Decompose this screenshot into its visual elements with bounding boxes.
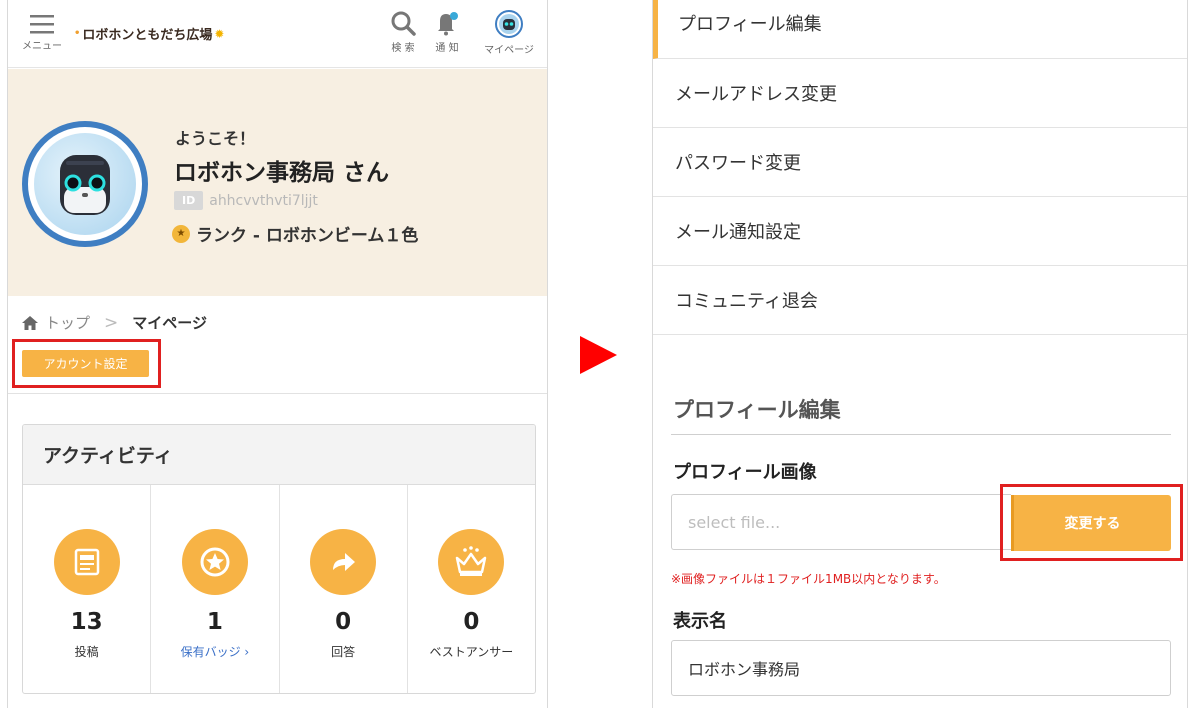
rank-medal-icon: ★ [172,224,190,243]
menu-password-change[interactable]: パスワード変更 [653,128,1187,197]
user-id-value: ahhcvvthvti7ljjt [209,192,318,209]
account-settings-screen: プロフィール編集 メールアドレス変更 パスワード変更 メール通知設定 コミュニテ… [652,0,1188,708]
menu-email-change[interactable]: メールアドレス変更 [653,59,1187,128]
display-name-label: 表示名 [673,611,727,632]
document-icon [53,529,120,595]
mypage-label: マイページ [484,45,534,56]
username: ロボホン事務局 さん [174,160,390,186]
activity-card: アクティビティ 13 投稿 1 保有バッジ › 0 回答 0 ベストアンサー [22,424,536,694]
activity-stats: 13 投稿 1 保有バッジ › 0 回答 0 ベストアンサー [23,485,535,693]
logo-text: ロボホンともだち広場 [82,28,213,43]
stat-badges[interactable]: 1 保有バッジ › [151,485,280,693]
crown-icon [438,529,505,595]
home-icon [22,315,38,330]
star-badge-icon [181,529,248,595]
rank-row: ★ ランク - ロボホンビーム１色 [172,221,418,246]
logo-dot-icon: • [74,28,81,39]
site-header: メニュー • ロボホンともだち広場 ✹ 検 索 通 知 マイページ [8,0,547,68]
breadcrumb: トップ > マイページ [21,312,207,333]
breadcrumb-top-link[interactable]: トップ [45,312,90,333]
menu-profile-edit[interactable]: プロフィール編集 [653,0,1187,59]
robot-face-icon [60,155,110,215]
image-size-note: ※画像ファイルは１ファイル1MB以内となります。 [671,572,946,586]
display-name-input[interactable]: ロボホン事務局 [671,640,1171,696]
menu-label: メニュー [22,41,62,52]
notification-label: 通 知 [435,43,459,54]
posts-label: 投稿 [74,645,99,659]
notification-button[interactable]: 通 知 [430,10,464,54]
menu-withdraw[interactable]: コミュニティ退会 [653,266,1187,335]
badges-count: 1 [206,609,223,635]
welcome-text: ようこそ！ [175,129,256,148]
change-button-highlight: 変更する [1000,484,1183,561]
answers-label: 回答 [331,645,356,659]
stat-posts: 13 投稿 [23,485,152,693]
right-arrow-icon [580,336,617,374]
sun-icon: ✹ [214,26,225,41]
profile-image-label: プロフィール画像 [673,462,817,483]
section-divider [671,434,1171,435]
rank-text: ランク - ロボホンビーム１色 [196,226,419,246]
avatar [22,121,148,247]
account-settings-button[interactable]: アカウント設定 [22,350,149,377]
file-select-input[interactable]: select file... [671,494,1011,550]
breadcrumb-separator: > [104,312,119,333]
mypage-screen: メニュー • ロボホンともだち広場 ✹ 検 索 通 知 マイページ ようこそ！ … [7,0,548,708]
stat-best-answers: 0 ベストアンサー [408,485,535,693]
section-title: プロフィール編集 [673,398,841,422]
reply-arrow-icon [310,529,377,595]
search-icon [391,11,416,36]
search-label: 検 索 [391,43,415,54]
robot-avatar-icon [495,10,523,38]
best-answers-label: ベストアンサー [429,645,514,659]
profile-panel: ようこそ！ ロボホン事務局 さん ID ahhcvvthvti7ljjt ★ ラ… [8,69,547,296]
id-tag: ID [174,191,204,210]
menu-mail-notification[interactable]: メール通知設定 [653,197,1187,266]
divider [8,393,547,394]
badges-link[interactable]: 保有バッジ › [151,643,278,660]
posts-count: 13 [70,609,103,635]
change-image-button[interactable]: 変更する [1011,495,1171,551]
bell-icon [438,12,458,36]
search-button[interactable]: 検 索 [386,10,420,54]
account-settings-highlight: アカウント設定 [12,339,161,388]
best-answers-count: 0 [463,609,480,635]
menu-button[interactable]: メニュー [18,10,66,52]
site-logo[interactable]: • ロボホンともだち広場 ✹ [74,24,225,44]
stat-answers: 0 回答 [280,485,408,693]
answers-count: 0 [335,609,352,635]
breadcrumb-current: マイページ [132,314,207,332]
activity-title: アクティビティ [23,425,535,485]
hamburger-icon [30,15,54,34]
mypage-button[interactable]: マイページ [478,10,540,56]
user-id-row: ID ahhcvvthvti7ljjt [174,191,318,210]
